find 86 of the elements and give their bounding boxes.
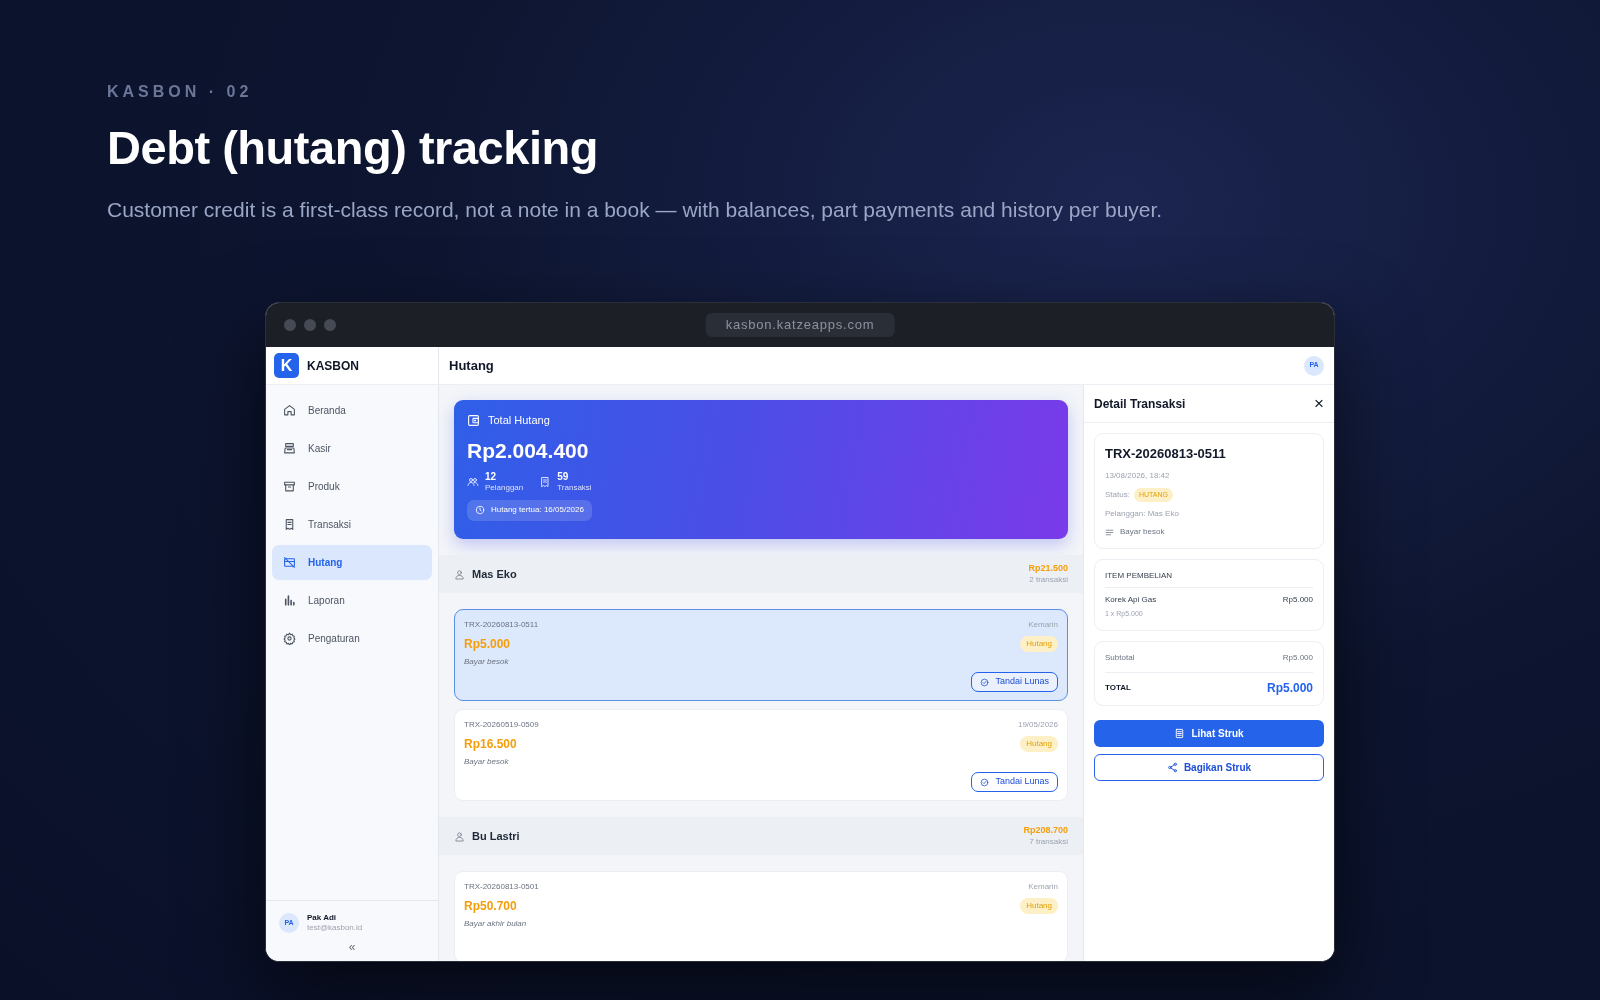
- subtotal-label: Subtotal: [1105, 651, 1135, 664]
- clock-icon: [475, 505, 485, 516]
- stat-value: 59: [557, 471, 570, 483]
- status-badge: Hutang: [1020, 736, 1058, 752]
- note-text: Bayar besok: [1120, 526, 1165, 538]
- logo: K: [274, 353, 299, 378]
- share-icon: [1166, 761, 1178, 773]
- status-badge: Hutang: [1020, 636, 1058, 652]
- transaction-date: Kemarin: [1028, 619, 1058, 631]
- transaction-note: Bayar besok: [464, 656, 510, 668]
- transaction-date: 19/05/2026: [1017, 719, 1058, 731]
- person-icon: [454, 830, 465, 842]
- total-amount: Rp2.004.400: [467, 437, 590, 464]
- total-value: Rp5.000: [1266, 679, 1313, 697]
- stat-label: Pelanggan: [485, 483, 524, 493]
- bar-chart-icon: [283, 594, 296, 607]
- transaction-amount: Rp5.000: [464, 636, 511, 653]
- transaction-card[interactable]: TRX-20260813-0511 Kemarin Rp5.000 Hutang Bayar besok Tandai Lunas: [454, 609, 1068, 701]
- item-name: Korek Api Gas: [1105, 594, 1157, 606]
- item-price: Rp5.000: [1282, 594, 1313, 606]
- customer-text: Pelanggan: Mas Eko: [1105, 508, 1180, 520]
- status-label: Status:: [1105, 488, 1130, 501]
- status-badge: Hutang: [1020, 898, 1058, 914]
- settings-icon: [283, 632, 296, 645]
- transaction-datetime: 13/08/2026, 18:42: [1105, 469, 1171, 482]
- panel-title: Detail Transaksi: [1094, 395, 1186, 413]
- people-icon: [467, 475, 479, 488]
- brand-name: KASBON: [307, 357, 359, 375]
- close-button[interactable]: ×: [1314, 395, 1324, 412]
- sidebar-item[interactable]: Kasir: [272, 431, 432, 466]
- wallet-icon: [467, 413, 480, 427]
- crossed-card-icon: [283, 556, 296, 569]
- check-circle-icon: [980, 677, 990, 687]
- transaction-card[interactable]: TRX-20260519-0509 19/05/2026 Rp16.500 Hutang Bayar besok Tandai Lunas: [454, 709, 1068, 801]
- receipt-icon: [283, 518, 296, 531]
- transaction-id: TRX-20260813-0511: [464, 619, 539, 631]
- view-receipt-button[interactable]: Lihat Struk: [1094, 719, 1324, 747]
- cash-register-icon: [283, 442, 296, 455]
- customer-name: Bu Lastri: [472, 828, 520, 844]
- transaction-date: Kemarin: [1028, 881, 1058, 893]
- sidebar-item[interactable]: Transaksi: [272, 507, 432, 542]
- transaction-id: TRX-20260519-0509: [464, 719, 539, 731]
- transaction-note: Bayar besok: [464, 756, 510, 768]
- collapse-button[interactable]: «: [348, 941, 356, 953]
- customer-total: Rp208.700: [1023, 825, 1068, 837]
- sidebar-item[interactable]: Laporan: [272, 583, 432, 618]
- sidebar-item[interactable]: Hutang: [272, 545, 432, 580]
- home-icon: [283, 404, 296, 417]
- customer-total: Rp21.500: [1028, 563, 1068, 575]
- summary-label: Total Hutang: [488, 413, 550, 428]
- transaction-count: 7 transaksi: [1029, 836, 1068, 847]
- oldest-debt-text: Hutang tertua: 16/05/2026: [491, 504, 584, 517]
- person-icon: [454, 568, 465, 580]
- transaction-amount: Rp16.500: [464, 736, 517, 753]
- section-title: ITEM PEMBELIAN: [1105, 570, 1313, 588]
- page-title: Debt (hutang) tracking: [107, 122, 599, 174]
- stat-value: 12: [485, 471, 498, 483]
- address-bar[interactable]: kasbon.katzeapps.com: [705, 313, 895, 337]
- user-email: test@kasbon.id: [307, 923, 363, 933]
- check-circle-icon: [980, 777, 990, 787]
- lines-icon: [1105, 527, 1114, 537]
- share-receipt-button[interactable]: Bagikan Struk: [1094, 753, 1324, 781]
- sidebar-item[interactable]: Pengaturan: [272, 621, 432, 656]
- subtitle-text: Customer credit is a first-class record, not a note in a book — with balances, part payments and history per buyer.: [107, 196, 1163, 223]
- transaction-card[interactable]: TRX-20260813-0501 Kemarin Rp50.700 Hutang Bayar akhir bulan: [454, 871, 1068, 961]
- customer-header[interactable]: Bu Lastri Rp208.700 7 transaksi: [439, 817, 1083, 855]
- customer-name: Mas Eko: [472, 566, 517, 582]
- transaction-amount: Rp50.700: [464, 898, 517, 915]
- user-name: Pak Adi: [307, 913, 338, 923]
- sidebar-item[interactable]: Produk: [272, 469, 432, 504]
- receipt-icon: [539, 475, 552, 488]
- total-label: TOTAL: [1105, 681, 1131, 694]
- archive-box-icon: [283, 480, 296, 493]
- transaction-id: TRX-20260813-0511: [1105, 445, 1227, 463]
- eyebrow-text: KASBON · 02: [107, 82, 254, 102]
- mark-paid-button[interactable]: Tandai Lunas: [971, 672, 1058, 692]
- sidebar-item[interactable]: Beranda: [272, 393, 432, 428]
- document-icon: [1174, 727, 1186, 739]
- subtotal-value: Rp5.000: [1282, 651, 1313, 664]
- page-heading: Hutang: [449, 356, 494, 375]
- transaction-id: TRX-20260813-0501: [464, 881, 539, 893]
- stat-label: Transaksi: [557, 483, 592, 493]
- customer-header[interactable]: Mas Eko Rp21.500 2 transaksi: [439, 555, 1083, 593]
- mark-paid-button[interactable]: Tandai Lunas: [971, 772, 1058, 792]
- transaction-count: 2 transaksi: [1029, 574, 1068, 585]
- transaction-note: Bayar akhir bulan: [464, 918, 528, 930]
